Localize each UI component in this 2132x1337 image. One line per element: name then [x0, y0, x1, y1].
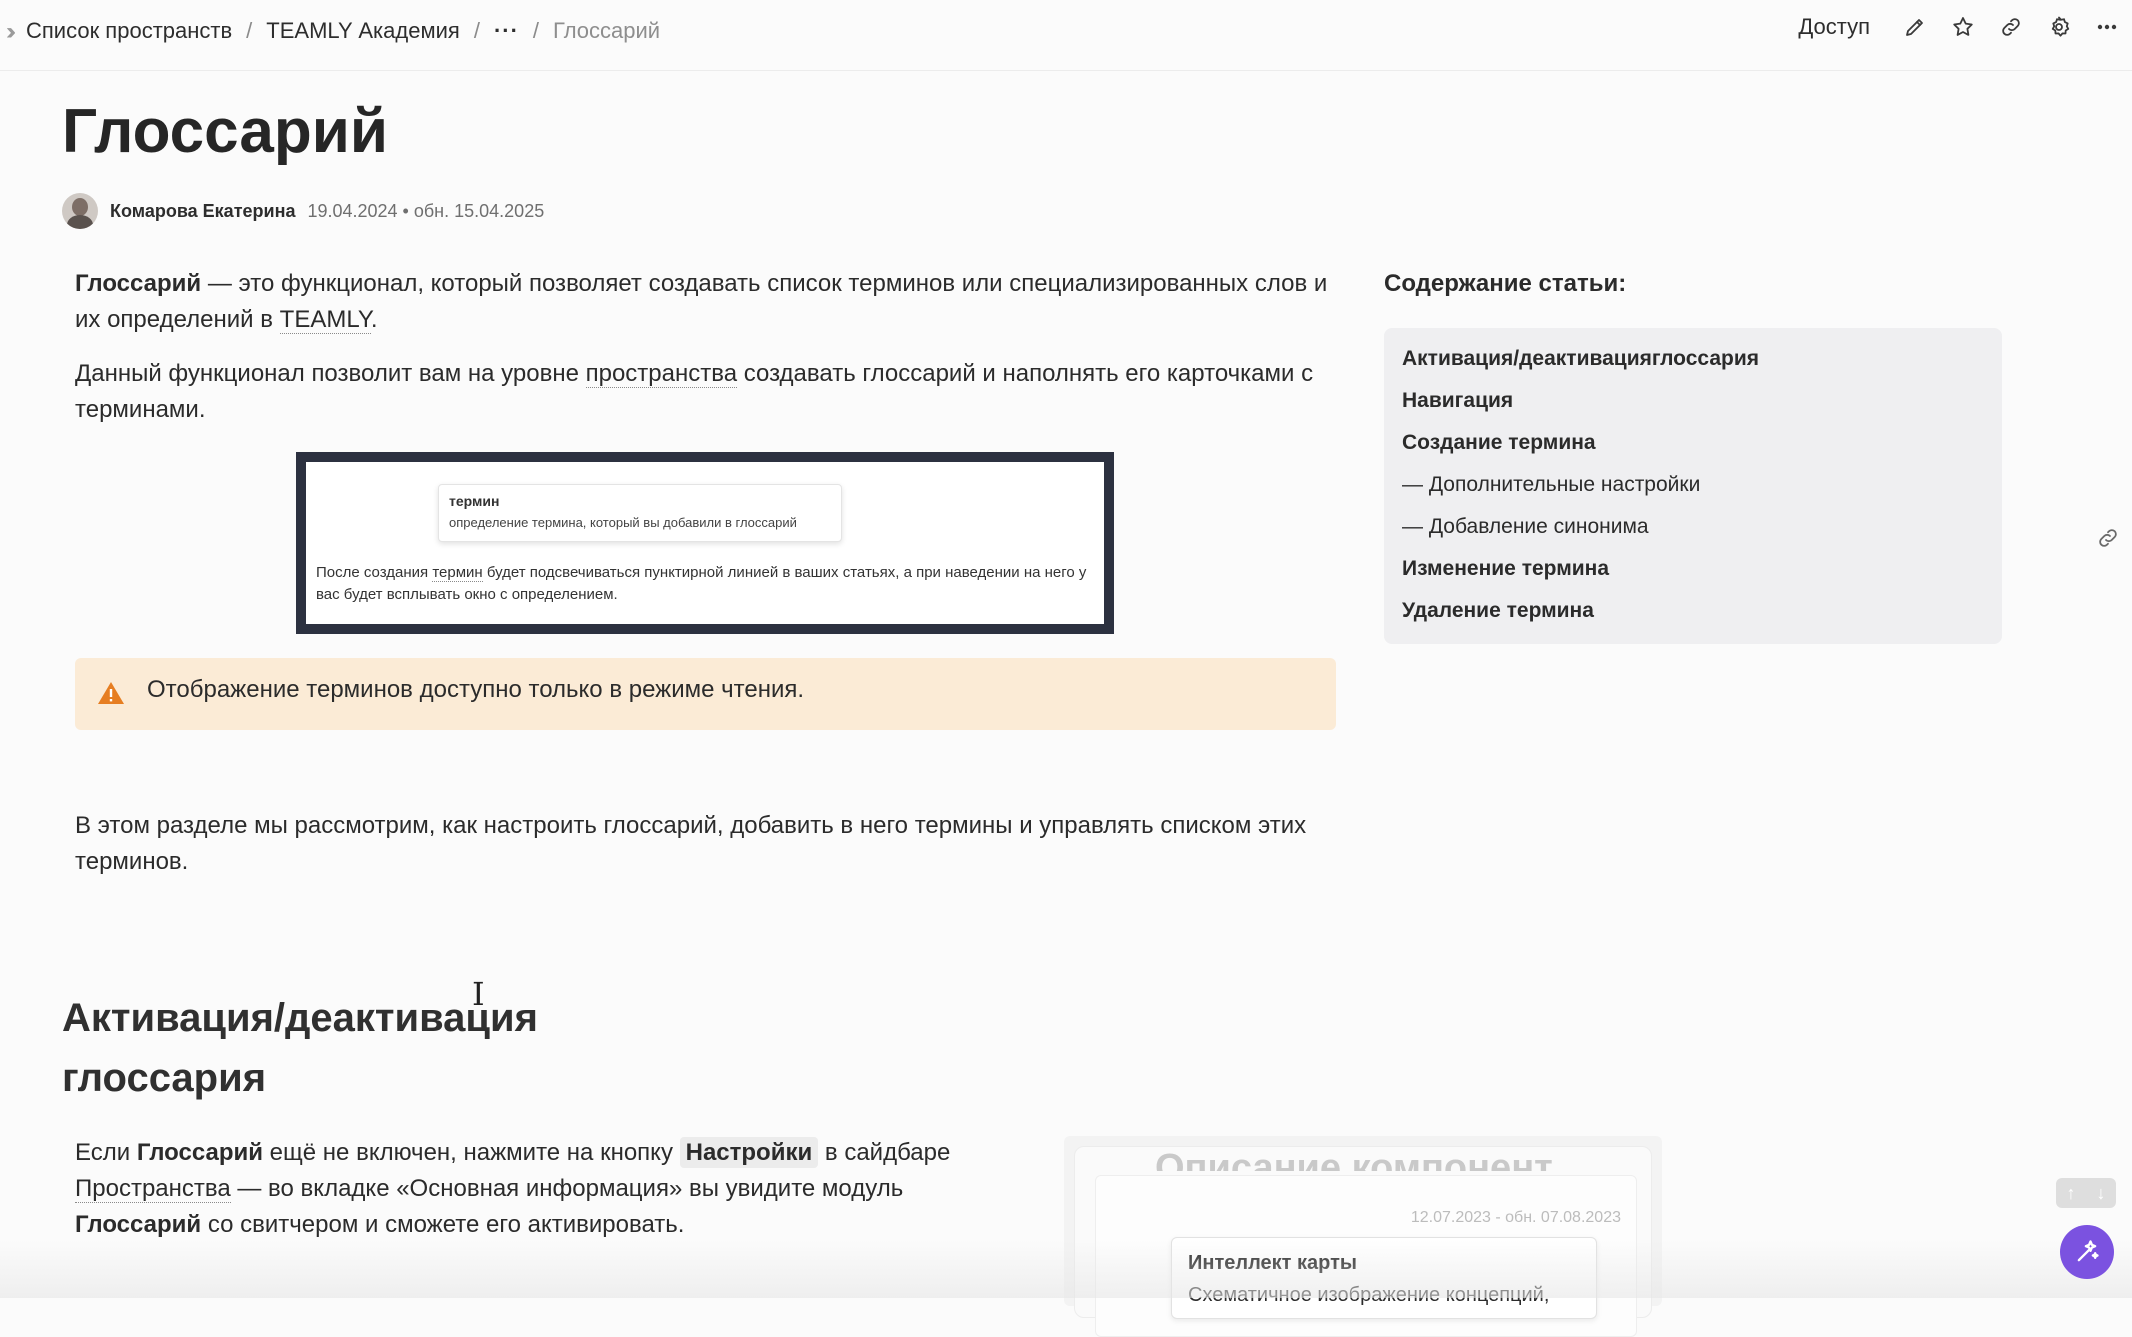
article-meta: Комарова Екатерина 19.04.2024 • обн. 15.…: [62, 193, 544, 229]
toc-panel: Активация/деактивацияглоссария Навигация…: [1384, 328, 2002, 644]
text: со свитчером и сможете его активировать.: [201, 1211, 685, 1238]
anchor-link-icon[interactable]: [2096, 526, 2122, 552]
breadcrumb-separator: /: [473, 18, 480, 43]
paragraph-activation: Если Глоссарий ещё не включен, нажмите н…: [75, 1135, 1015, 1243]
toc-item[interactable]: Навигация: [1402, 389, 1513, 413]
scroll-down-icon[interactable]: ↓: [2097, 1183, 2106, 1204]
text: Данный функционал позволит вам на уровне: [75, 360, 586, 387]
example-screenshot: термин определение термина, который вы д…: [296, 452, 1114, 634]
pencil-icon[interactable]: [1902, 14, 1928, 40]
breadcrumb-current: Глоссарий: [553, 18, 661, 43]
toc-item[interactable]: Создание термина: [1402, 431, 1596, 455]
star-icon[interactable]: [1950, 14, 1976, 40]
access-button[interactable]: Доступ: [1798, 14, 1870, 40]
text: Если: [75, 1139, 137, 1166]
bold-term: Глоссарий: [136, 1139, 264, 1166]
toc-subitem[interactable]: Добавление синонима: [1402, 515, 1649, 539]
gear-icon[interactable]: [2046, 14, 2072, 40]
page-title: Глоссарий: [62, 97, 388, 166]
screenshot-content: термин определение термина, который вы д…: [306, 462, 1104, 624]
link-icon[interactable]: [1998, 14, 2024, 40]
breadcrumb-separator: /: [246, 18, 253, 43]
warning-icon: [97, 680, 125, 706]
toc-title: Содержание статьи:: [1384, 270, 1627, 297]
preview-card: Описание компонент 12.07.2023 - обн. 07.…: [1074, 1146, 1652, 1337]
top-bar: ›› Список пространств / TEAMLY Академия …: [0, 0, 2132, 71]
glossary-term-link[interactable]: пространства: [585, 360, 738, 388]
breadcrumb-spaces[interactable]: Список пространств: [26, 18, 232, 44]
sparkle-icon: [2077, 1240, 2099, 1262]
text: ещё не включен, нажмите на кнопку: [263, 1139, 680, 1166]
author-name[interactable]: Комарова Екатерина: [110, 201, 295, 222]
more-icon[interactable]: [2094, 14, 2120, 40]
preview-dates: 12.07.2023 - обн. 07.08.2023: [1410, 1209, 1621, 1226]
avatar[interactable]: [62, 193, 98, 229]
warning-callout: Отображение терминов доступно только в р…: [75, 658, 1336, 730]
breadcrumb-more[interactable]: ···: [494, 18, 519, 44]
breadcrumb: Список пространств / TEAMLY Академия / ·…: [26, 18, 660, 44]
breadcrumb-space[interactable]: TEAMLY Академия: [266, 18, 460, 44]
toc-item[interactable]: Удаление термина: [1402, 599, 1594, 623]
scroll-up-icon[interactable]: ↑: [2067, 1183, 2076, 1204]
bold-term: Глоссарий: [75, 270, 202, 297]
toc-item[interactable]: Изменение термина: [1402, 557, 1609, 581]
toc-item[interactable]: Активация/деактивацияглоссария: [1402, 347, 1759, 371]
bold-term: Глоссарий: [75, 1211, 202, 1238]
preview-image: Описание компонент 12.07.2023 - обн. 07.…: [1064, 1136, 1662, 1337]
text-cursor-icon: I: [472, 975, 485, 1013]
article-dates: 19.04.2024 • обн. 15.04.2025: [307, 200, 545, 221]
preview-mini-card: Интеллект карты Схематичное изображение …: [1171, 1237, 1597, 1319]
breadcrumb-separator: /: [532, 18, 540, 43]
expand-sidebar-icon[interactable]: ››: [6, 18, 16, 46]
preview-card-title: Интеллект карты: [1188, 1252, 1357, 1274]
paragraph-overview: В этом разделе мы рассмотрим, как настро…: [75, 812, 1307, 875]
paragraph-intro: Глоссарий — это функционал, который позв…: [75, 266, 1355, 338]
ai-assistant-button[interactable]: [2060, 1225, 2114, 1279]
preview-faded-title: Описание компонент: [1155, 1147, 1553, 1171]
settings-chip: Настройки: [679, 1137, 819, 1168]
glossary-term-link[interactable]: TEAMLY: [279, 306, 371, 334]
screenshot-text: После создания термин будет подсвечивать…: [316, 562, 1096, 606]
text: .: [370, 306, 378, 333]
text: — это функционал, который позволяет созд…: [75, 270, 1328, 333]
paragraph-description: Данный функционал позволит вам на уровне…: [75, 356, 1315, 428]
toc-subitem[interactable]: Дополнительные настройки: [1402, 473, 1700, 497]
text: — во вкладке «Основная информация» вы ув…: [230, 1175, 904, 1202]
preview-card-desc: Схематичное изображение концепций,: [1188, 1284, 1550, 1306]
tooltip-term: термин: [449, 493, 500, 509]
term-tooltip: термин определение термина, который вы д…: [438, 484, 842, 542]
text: в сайдбаре: [818, 1139, 951, 1166]
text: После создания: [316, 564, 433, 581]
glossary-term-link[interactable]: Пространства: [75, 1175, 231, 1203]
tooltip-definition: определение термина, который вы добавили…: [449, 515, 797, 530]
inline-term: термин: [432, 564, 483, 582]
callout-text: Отображение терминов доступно только в р…: [147, 676, 805, 703]
scroll-buttons: ↑ ↓: [2056, 1178, 2116, 1208]
top-actions: Доступ: [1798, 14, 2120, 40]
section-heading-activation: Активация/деактивация глоссария: [62, 996, 538, 1100]
